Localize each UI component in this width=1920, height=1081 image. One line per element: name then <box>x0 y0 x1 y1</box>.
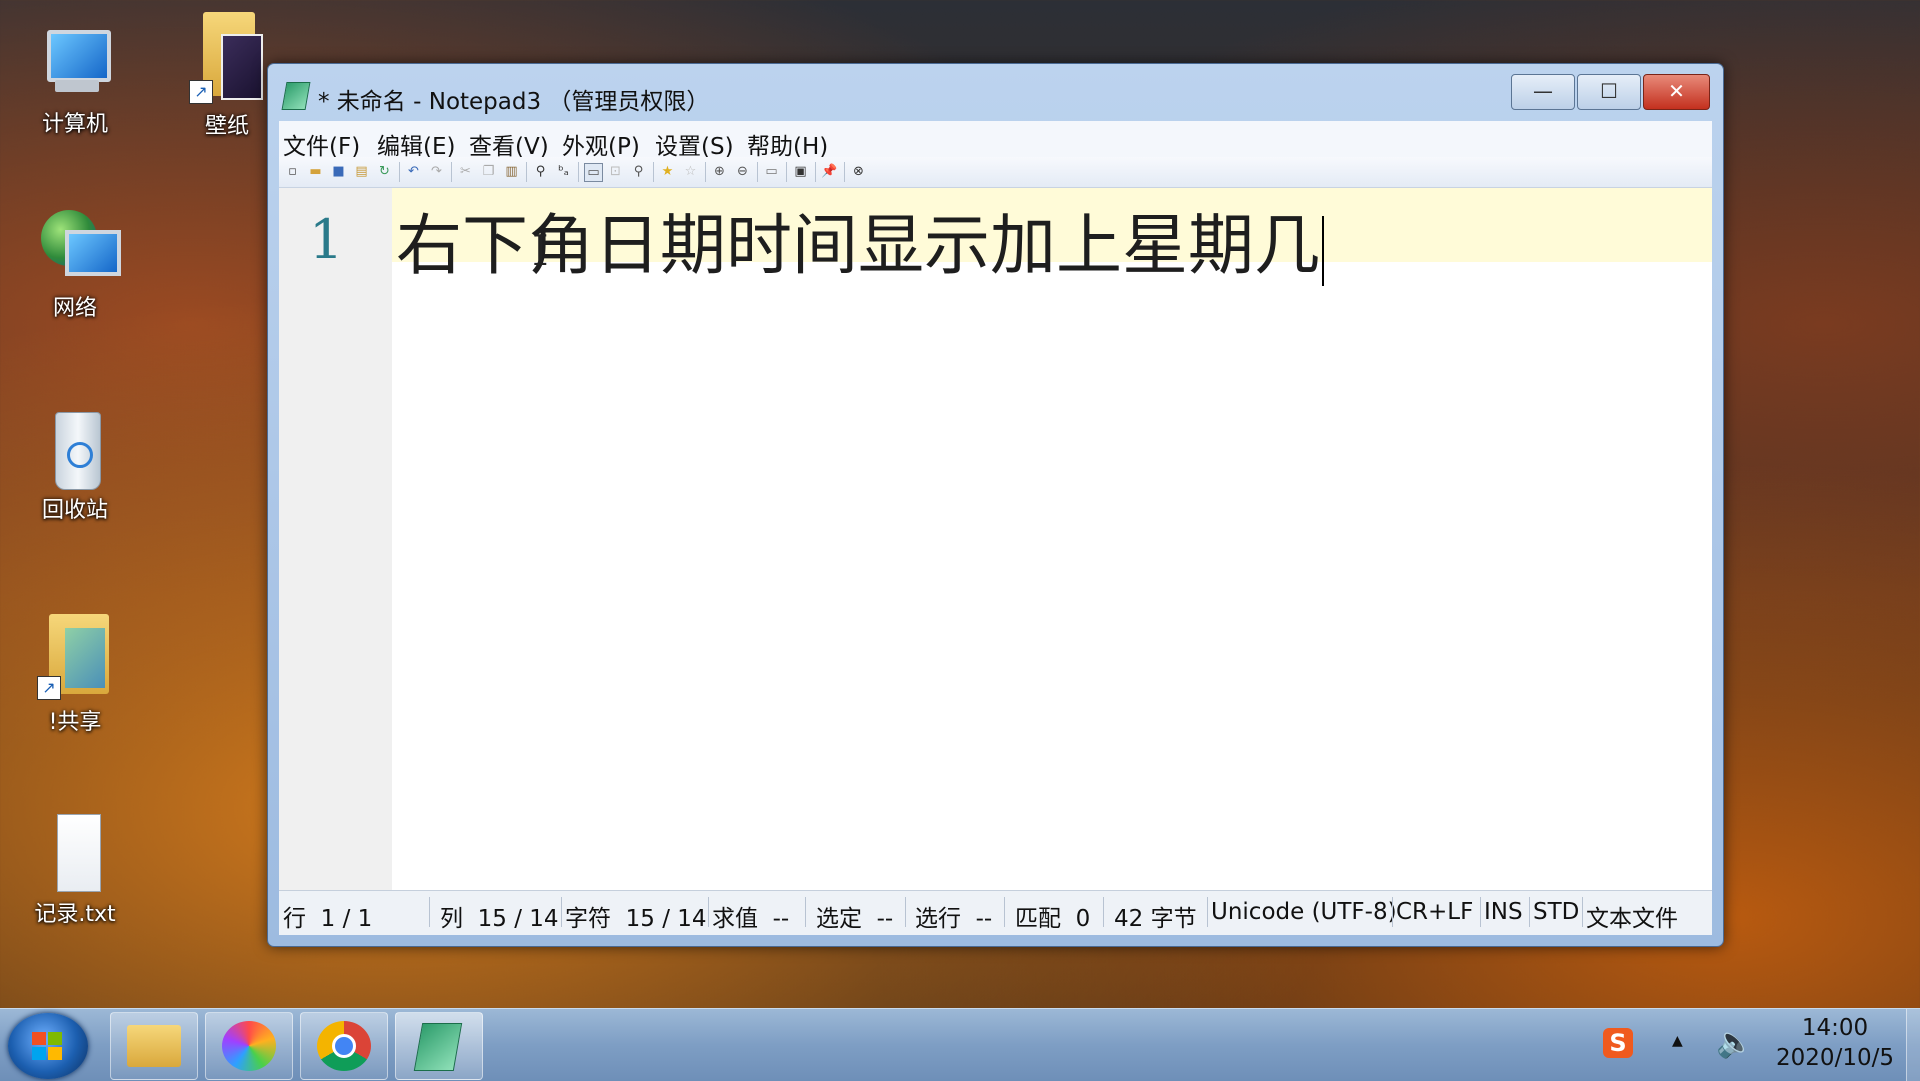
pin-icon[interactable]: 📌 <box>821 163 838 180</box>
desktop-icon-recycle-bin[interactable]: 回收站 <box>20 408 130 524</box>
zoom-icon[interactable]: ⚲ <box>630 163 647 180</box>
desktop-icon-label: 网络 <box>52 296 97 321</box>
notepad3-icon <box>413 1023 463 1071</box>
desktop-icon-label: 记录.txt <box>34 902 116 927</box>
status-file-type[interactable]: 文本文件 <box>1586 899 1678 933</box>
file-explorer-icon <box>127 1025 181 1067</box>
menu-appearance[interactable]: 外观(P) <box>562 127 640 161</box>
desktop-icon-network[interactable]: 网络 <box>20 206 130 322</box>
start-button[interactable] <box>8 1013 88 1079</box>
desktop-icon-label: 回收站 <box>41 498 108 523</box>
copy-icon[interactable]: ❐ <box>480 163 497 180</box>
desktop-icon-text-file[interactable]: 记录.txt <box>20 812 130 928</box>
desktop-icon-label: 计算机 <box>41 112 108 137</box>
text-caret <box>1322 216 1324 286</box>
line-number-gutter: 1 <box>279 188 392 891</box>
clock-time: 14:00 <box>1801 1015 1869 1041</box>
taskbar-pinwheel-app[interactable] <box>205 1012 293 1080</box>
maximize-button[interactable]: ☐ <box>1577 74 1641 110</box>
notepad3-window[interactable]: * 未命名 - Notepad3 （管理员权限） — ☐ ✕ 文件(F) 编辑(… <box>267 63 1724 947</box>
save-icon[interactable]: ■ <box>330 163 347 180</box>
desktop-icon-label: !共享 <box>48 710 102 735</box>
zoom-in-icon[interactable]: ⊕ <box>711 163 728 180</box>
status-char[interactable]: 字符 15 / 14 <box>565 899 707 933</box>
pinwheel-app-icon <box>222 1021 276 1071</box>
open-folder-icon[interactable]: ▬ <box>307 163 324 180</box>
status-encoding[interactable]: Unicode (UTF-8) <box>1211 899 1397 925</box>
undo-icon[interactable]: ↶ <box>405 163 422 180</box>
close-button[interactable]: ✕ <box>1643 74 1710 110</box>
favorite-icon[interactable]: ★ <box>659 163 676 180</box>
folder-shortcut-icon: ↗ <box>187 8 267 104</box>
network-icon <box>35 206 121 286</box>
status-eol[interactable]: CR+LF <box>1396 899 1473 925</box>
toolbar: ▫ ▬ ■ ▤ ↻ ↶ ↷ ✂ ❐ ▥ ⚲ ᵇₐ ▭ ⊡ ⚲ ★ ☆ ⊕ ⊖ ▭… <box>279 157 1712 188</box>
editor-area[interactable]: 1 右下角日期时间显示加上星期几 I <box>279 188 1712 891</box>
cut-icon[interactable]: ✂ <box>457 163 474 180</box>
window-client: 文件(F) 编辑(E) 查看(V) 外观(P) 设置(S) 帮助(H) ▫ ▬ … <box>279 121 1712 935</box>
menu-file[interactable]: 文件(F) <box>283 127 360 161</box>
status-eval[interactable]: 求值 -- <box>712 899 789 933</box>
show-hidden-icons-arrow-icon[interactable]: ▲ <box>1672 1033 1683 1049</box>
find-icon[interactable]: ⚲ <box>532 163 549 180</box>
status-ins[interactable]: INS <box>1484 899 1523 925</box>
shortcut-arrow-icon: ↗ <box>37 676 61 700</box>
reload-icon[interactable]: ↻ <box>376 163 393 180</box>
menu-edit[interactable]: 编辑(E) <box>377 127 455 161</box>
status-bar: 行 1 / 1 列 15 / 14 字符 15 / 14 求值 -- 选定 --… <box>279 890 1712 935</box>
volume-icon[interactable]: 🔈 <box>1716 1025 1753 1060</box>
desktop-icon-wallpaper[interactable]: ↗ 壁纸 <box>172 8 282 140</box>
save-as-icon[interactable]: ▤ <box>353 163 370 180</box>
ime-label: S <box>1609 1029 1627 1057</box>
add-favorite-icon[interactable]: ☆ <box>682 163 699 180</box>
new-file-icon[interactable]: ▫ <box>284 163 301 180</box>
paste-icon[interactable]: ▥ <box>503 163 520 180</box>
exit-icon[interactable]: ⊗ <box>850 163 867 180</box>
chrome-icon <box>317 1021 371 1071</box>
zoom-out-icon[interactable]: ⊖ <box>734 163 751 180</box>
taskbar-notepad3[interactable] <box>395 1012 483 1080</box>
taskbar: S ▲ 🔈 14:00 2020/10/5 <box>0 1008 1920 1081</box>
taskbar-file-explorer[interactable] <box>110 1012 198 1080</box>
line-number: 1 <box>309 208 344 271</box>
menu-bar: 文件(F) 编辑(E) 查看(V) 外观(P) 设置(S) 帮助(H) <box>279 121 1712 160</box>
show-desktop-button[interactable] <box>1906 1009 1920 1081</box>
menu-settings[interactable]: 设置(S) <box>655 127 734 161</box>
status-column[interactable]: 列 15 / 14 <box>440 899 559 933</box>
status-std[interactable]: STD <box>1533 899 1579 925</box>
ime-icon[interactable]: S <box>1603 1028 1633 1058</box>
desktop-icon-computer[interactable]: 计算机 <box>20 22 130 138</box>
status-selected-lines[interactable]: 选行 -- <box>915 899 992 933</box>
redo-icon[interactable]: ↷ <box>428 163 445 180</box>
status-match[interactable]: 匹配 0 <box>1015 899 1090 933</box>
notepad3-icon <box>281 82 311 110</box>
desktop-icon-share[interactable]: ↗ !共享 <box>20 608 130 736</box>
folder-shortcut-icon: ↗ <box>35 608 115 700</box>
text-file-icon <box>35 812 115 892</box>
print-icon[interactable]: ▣ <box>792 163 809 180</box>
recycle-bin-icon <box>35 408 115 490</box>
shortcut-arrow-icon: ↗ <box>189 80 213 104</box>
clock-date: 2020/10/5 <box>1776 1045 1894 1071</box>
word-wrap-icon[interactable]: ▭ <box>584 163 603 182</box>
window-title: * 未命名 - Notepad3 （管理员权限） <box>318 89 710 115</box>
menu-help[interactable]: 帮助(H) <box>747 127 828 161</box>
clock[interactable]: 14:00 2020/10/5 <box>1760 1015 1910 1071</box>
windows-logo-icon <box>32 1032 64 1062</box>
menu-view[interactable]: 查看(V) <box>469 127 549 161</box>
computer-icon <box>35 22 115 102</box>
status-selection[interactable]: 选定 -- <box>816 899 893 933</box>
minimize-button[interactable]: — <box>1511 74 1575 110</box>
desktop-icon-label: 壁纸 <box>204 114 249 139</box>
title-bar[interactable]: * 未命名 - Notepad3 （管理员权限） — ☐ ✕ <box>268 64 1723 120</box>
status-bytes[interactable]: 42 字节 <box>1114 899 1197 933</box>
taskbar-chrome[interactable] <box>300 1012 388 1080</box>
status-line[interactable]: 行 1 / 1 <box>283 899 372 933</box>
ibeam-cursor-icon: I <box>532 226 549 275</box>
replace-icon[interactable]: ᵇₐ <box>555 163 572 180</box>
page-setup-icon[interactable]: ▭ <box>763 163 780 180</box>
whitespace-icon[interactable]: ⊡ <box>607 163 624 180</box>
